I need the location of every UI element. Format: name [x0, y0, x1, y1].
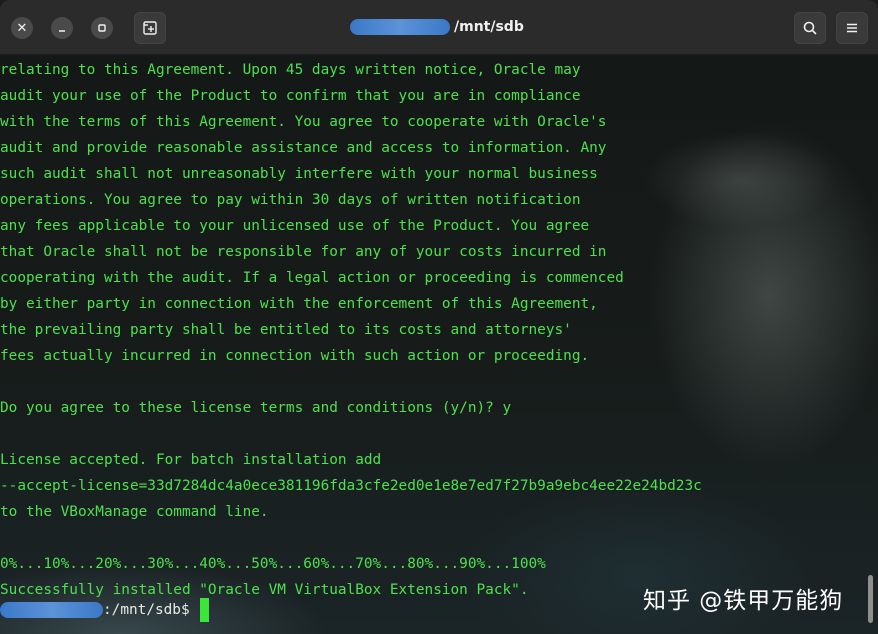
terminal-line: Do you agree to these license terms and …	[0, 400, 512, 416]
terminal-line: audit your use of the Product to confirm…	[0, 88, 581, 104]
shell-prompt[interactable]: :/mnt/sdb$	[0, 597, 210, 623]
terminal-output-area[interactable]: relating to this Agreement. Upon 45 days…	[0, 55, 878, 634]
terminal-line: audit and provide reasonable assistance …	[0, 140, 607, 156]
terminal-line: 0%...10%...20%...30%...40%...50%...60%..…	[0, 556, 546, 572]
terminal-line: License accepted. For batch installation…	[0, 452, 382, 468]
close-icon[interactable]: ✕	[11, 17, 33, 39]
title-bar: ✕ /mnt/sdb	[0, 0, 878, 55]
search-icon[interactable]	[794, 12, 826, 44]
terminal-line: that Oracle shall not be responsible for…	[0, 244, 607, 260]
prompt-path: :/mnt/sdb$	[103, 602, 199, 618]
terminal-line: such audit shall not unreasonably interf…	[0, 166, 598, 182]
terminal-line: the prevailing party shall be entitled t…	[0, 322, 572, 338]
redacted-prompt-user	[0, 602, 103, 618]
terminal-line: any fees applicable to your unlicensed u…	[0, 218, 590, 234]
terminal-line: fees actually incurred in connection wit…	[0, 348, 590, 364]
terminal-line: cooperating with the audit. If a legal a…	[0, 270, 624, 286]
title-path: /mnt/sdb	[454, 19, 524, 35]
scrollbar-thumb[interactable]	[868, 575, 873, 623]
terminal-line: with the terms of this Agreement. You ag…	[0, 114, 607, 130]
maximize-icon[interactable]	[91, 17, 113, 39]
terminal-window: ✕ /mnt/sdb relating to this Agreement. U…	[0, 0, 878, 634]
new-tab-icon[interactable]	[134, 12, 166, 44]
terminal-lines: relating to this Agreement. Upon 45 days…	[0, 57, 702, 603]
terminal-line: to the VBoxManage command line.	[0, 504, 269, 520]
terminal-line: --accept-license=33d7284dc4a0ece381196fd…	[0, 478, 702, 494]
window-title: /mnt/sdb	[350, 16, 524, 38]
text-cursor	[200, 598, 210, 622]
minimize-icon[interactable]	[51, 17, 73, 39]
terminal-line: operations. You agree to pay within 30 d…	[0, 192, 581, 208]
terminal-line: by either party in connection with the e…	[0, 296, 598, 312]
watermark: 知乎 @铁甲万能狗	[643, 588, 844, 614]
redacted-username	[350, 19, 450, 35]
hamburger-menu-icon[interactable]	[836, 12, 868, 44]
terminal-line: relating to this Agreement. Upon 45 days…	[0, 62, 581, 78]
